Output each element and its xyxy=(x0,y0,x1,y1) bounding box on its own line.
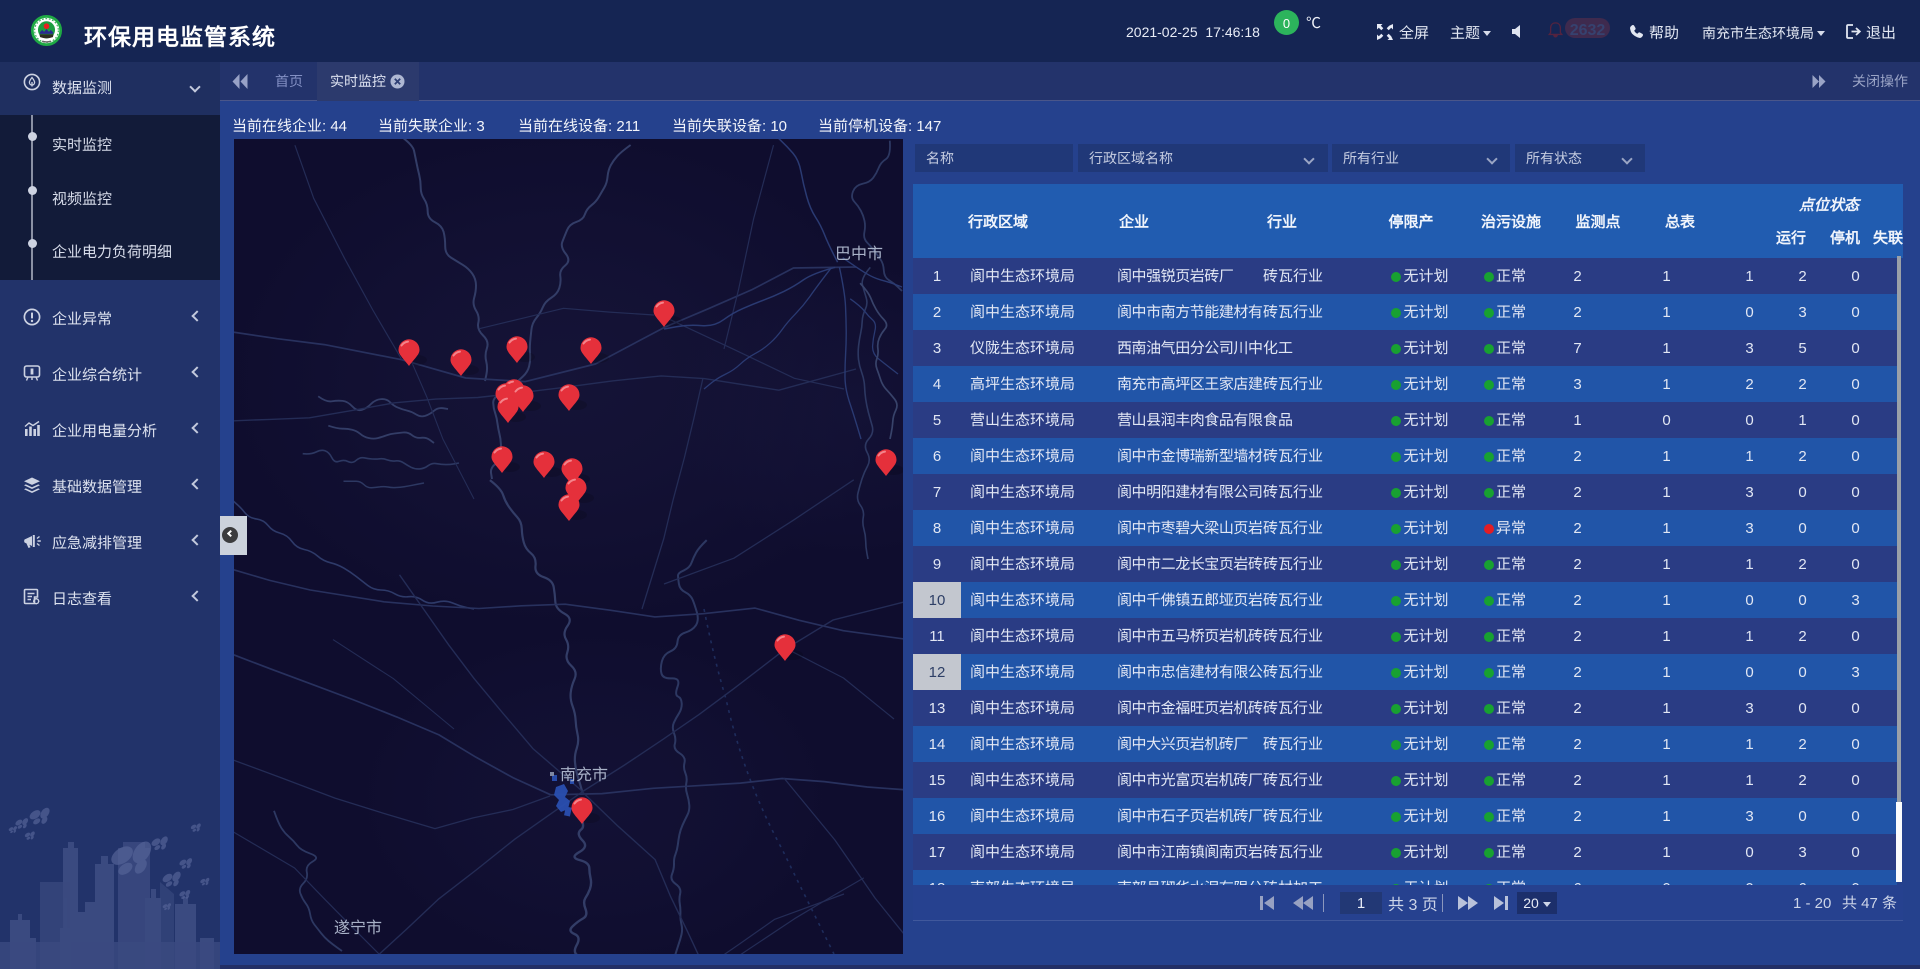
svg-text:遂宁市: 遂宁市 xyxy=(334,914,382,938)
svg-text:南充市: 南充市 xyxy=(560,761,608,785)
svg-text:巴中市: 巴中市 xyxy=(835,240,883,264)
